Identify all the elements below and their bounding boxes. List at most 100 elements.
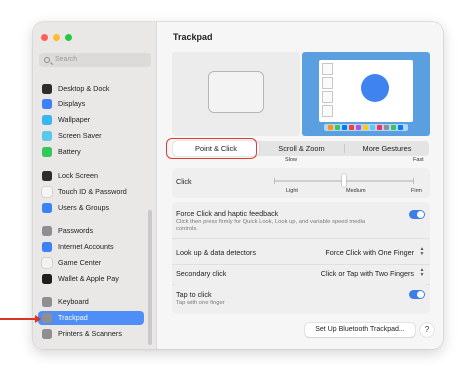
lock-screen-icon	[42, 171, 52, 181]
tap-to-click-toggle[interactable]	[409, 290, 425, 299]
dock-app-icon	[384, 125, 389, 130]
preview-thumbnail	[322, 63, 333, 75]
trackpad-graphic	[208, 71, 264, 113]
tracking-fast-label: Fast	[413, 157, 424, 163]
lookup-label: Look up & data detectors	[176, 248, 256, 257]
sidebar-item-wallpaper[interactable]: Wallpaper	[38, 113, 144, 127]
main-pane: Trackpad Point & Click Scroll & Zoom Mor…	[158, 22, 443, 349]
battery-icon	[42, 147, 52, 157]
trackpad-illustration	[172, 52, 300, 136]
displays-icon	[42, 99, 52, 109]
sidebar-item-keyboard[interactable]: Keyboard	[38, 295, 144, 309]
sidebar-item-wallet-apple-pay[interactable]: Wallet & Apple Pay	[38, 272, 144, 286]
sidebar-item-label: Users & Groups	[58, 203, 110, 212]
gesture-preview	[302, 52, 430, 136]
dock-app-icon	[335, 125, 340, 130]
game-center-icon	[42, 258, 52, 268]
lookup-dropdown[interactable]: Force Click with One Finger	[325, 248, 414, 257]
preview-thumbnail	[322, 77, 333, 89]
sidebar-item-label: Battery	[58, 147, 81, 156]
preview-circle	[361, 74, 389, 102]
dock-app-icon	[328, 125, 333, 130]
preview-screen	[319, 60, 413, 122]
sidebar-item-label: Lock Screen	[58, 171, 98, 180]
secondary-click-dropdown[interactable]: Click or Tap with Two Fingers	[321, 269, 414, 278]
sidebar-item-label: Internet Accounts	[58, 242, 114, 251]
force-click-label: Force Click and haptic feedback	[176, 209, 279, 218]
users-groups-icon	[42, 203, 52, 213]
screen-saver-icon	[42, 131, 52, 141]
tab-more-gestures[interactable]: More Gestures	[345, 141, 429, 156]
sidebar-item-label: Touch ID & Password	[58, 187, 127, 196]
close-button[interactable]	[41, 34, 48, 41]
dock-app-icon	[356, 125, 361, 130]
slider-tick	[413, 178, 414, 184]
tap-to-click-card: Tap to click Tap with one finger	[172, 284, 430, 314]
sidebar-item-passwords[interactable]: Passwords	[38, 224, 144, 238]
keyboard-icon	[42, 297, 52, 307]
printers-icon	[42, 329, 52, 339]
internet-accounts-icon	[42, 242, 52, 252]
tap-to-click-label: Tap to click	[176, 290, 212, 299]
desktop-dock-icon	[42, 84, 52, 94]
tab-scroll-zoom[interactable]: Scroll & Zoom	[259, 141, 344, 156]
preview-thumbnail	[322, 105, 333, 117]
passwords-icon	[42, 226, 52, 236]
force-click-description: Click then press firmly for Quick Look, …	[176, 219, 366, 232]
sidebar-item-screen-saver[interactable]: Screen Saver	[38, 129, 144, 143]
help-button[interactable]: ?	[420, 323, 434, 337]
point-click-highlight	[166, 138, 257, 159]
sidebar-item-game-center[interactable]: Game Center	[38, 256, 144, 270]
trackpad-icon	[42, 313, 52, 323]
search-placeholder: Search	[55, 56, 78, 63]
sidebar-item-printers-scanners[interactable]: Printers & Scanners	[38, 327, 144, 341]
sidebar-item-label: Wallet & Apple Pay	[58, 274, 119, 283]
row-divider	[172, 238, 430, 239]
sidebar-item-internet-accounts[interactable]: Internet Accounts	[38, 240, 144, 254]
tap-to-click-description: Tap with one finger	[176, 300, 225, 306]
search-icon	[44, 57, 50, 63]
secondary-dropdown-chevron-icon[interactable]: ▲ ▼	[419, 268, 425, 278]
sidebar-item-battery[interactable]: Battery	[38, 145, 144, 159]
dock-app-icon	[377, 125, 382, 130]
bluetooth-trackpad-button[interactable]: Set Up Bluetooth Trackpad...	[305, 323, 415, 337]
sidebar-item-label: Screen Saver	[58, 131, 102, 140]
sidebar-item-users-groups[interactable]: Users & Groups	[38, 201, 144, 215]
click-medium-label: Medium	[346, 188, 366, 194]
dock-app-icon	[342, 125, 347, 130]
wallpaper-icon	[42, 115, 52, 125]
force-click-toggle[interactable]	[409, 210, 425, 219]
click-firm-label: Firm	[411, 188, 422, 194]
sidebar-item-label: Displays	[58, 99, 86, 108]
dock-app-icon	[398, 125, 403, 130]
search-input[interactable]: Search	[39, 53, 151, 67]
sidebar-item-trackpad[interactable]: Trackpad	[38, 311, 144, 325]
sidebar-item-lock-screen[interactable]: Lock Screen	[38, 169, 144, 183]
sidebar-item-label: Printers & Scanners	[58, 329, 122, 338]
dock-app-icon	[363, 125, 368, 130]
preview-dock	[324, 124, 408, 131]
sidebar-item-label: Desktop & Dock	[58, 84, 110, 93]
sidebar: Search Desktop & Dock Displays Wallpaper Sc…	[33, 22, 157, 349]
slider-tick	[274, 178, 275, 184]
preview-thumbnail	[322, 91, 333, 103]
sidebar-item-desktop-dock[interactable]: Desktop & Dock	[38, 82, 144, 96]
click-slider-thumb[interactable]	[342, 174, 346, 187]
lookup-dropdown-chevron-icon[interactable]: ▲ ▼	[419, 247, 425, 257]
click-label: Click	[176, 177, 192, 186]
row-divider	[172, 264, 430, 265]
dock-app-icon	[370, 125, 375, 130]
tracking-slow-label: Slow	[285, 157, 297, 163]
click-light-label: Light	[286, 188, 298, 194]
zoom-button[interactable]	[65, 34, 72, 41]
minimize-button[interactable]	[53, 34, 60, 41]
annotation-arrow	[0, 315, 41, 323]
sidebar-item-displays[interactable]: Displays	[38, 97, 144, 111]
sidebar-scrollbar[interactable]	[148, 210, 152, 345]
sidebar-item-label: Game Center	[58, 258, 102, 267]
dock-app-icon	[391, 125, 396, 130]
sidebar-item-label: Wallpaper	[58, 115, 91, 124]
wallet-icon	[42, 274, 52, 284]
touch-id-icon	[42, 187, 52, 197]
sidebar-item-touch-id-password[interactable]: Touch ID & Password	[38, 185, 144, 199]
